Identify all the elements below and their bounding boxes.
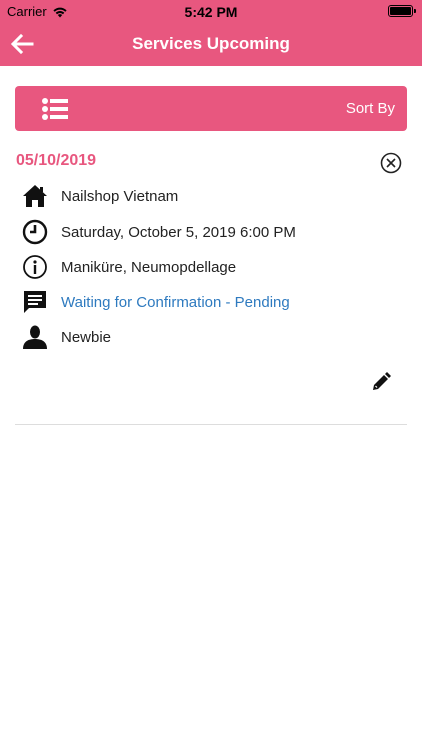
- message-icon: [21, 288, 49, 316]
- staff-row: Newbie: [21, 323, 111, 351]
- info-icon: [21, 253, 49, 281]
- services-list: Maniküre, Neumopdellage: [61, 258, 237, 276]
- shop-name: Nailshop Vietnam: [61, 187, 179, 205]
- status-row: Waiting for Confirmation - Pending: [21, 288, 290, 316]
- filter-toolbar: Sort By: [15, 86, 407, 131]
- appointment-datetime: Saturday, October 5, 2019 6:00 PM: [61, 223, 296, 241]
- header: Carrier 5:42 PM Services Upcoming: [0, 0, 422, 66]
- clock-icon: [21, 218, 49, 246]
- shop-row: Nailshop Vietnam: [21, 182, 178, 210]
- appointment-date: 05/10/2019: [16, 152, 97, 169]
- appointment-status: Waiting for Confirmation - Pending: [61, 293, 290, 311]
- pencil-icon[interactable]: [371, 372, 391, 392]
- page-title: Services Upcoming: [132, 34, 290, 53]
- datetime-row: Saturday, October 5, 2019 6:00 PM: [21, 218, 296, 246]
- close-circle-icon[interactable]: [380, 152, 402, 174]
- home-icon: [21, 182, 49, 210]
- sort-by-button[interactable]: Sort By: [346, 100, 395, 117]
- divider: [15, 424, 407, 425]
- staff-name: Newbie: [61, 328, 112, 346]
- services-row: Maniküre, Neumopdellage: [21, 253, 236, 281]
- battery-icon: [388, 5, 416, 17]
- clock: 5:42 PM: [184, 4, 238, 20]
- person-icon: [21, 323, 49, 351]
- navigation-bar: Services Upcoming: [0, 22, 422, 66]
- list-icon[interactable]: [41, 97, 69, 121]
- appointment-card: 05/10/2019 Nailshop Vietnam Saturday, Oc…: [15, 148, 407, 426]
- status-bar: Carrier 5:42 PM: [0, 0, 422, 22]
